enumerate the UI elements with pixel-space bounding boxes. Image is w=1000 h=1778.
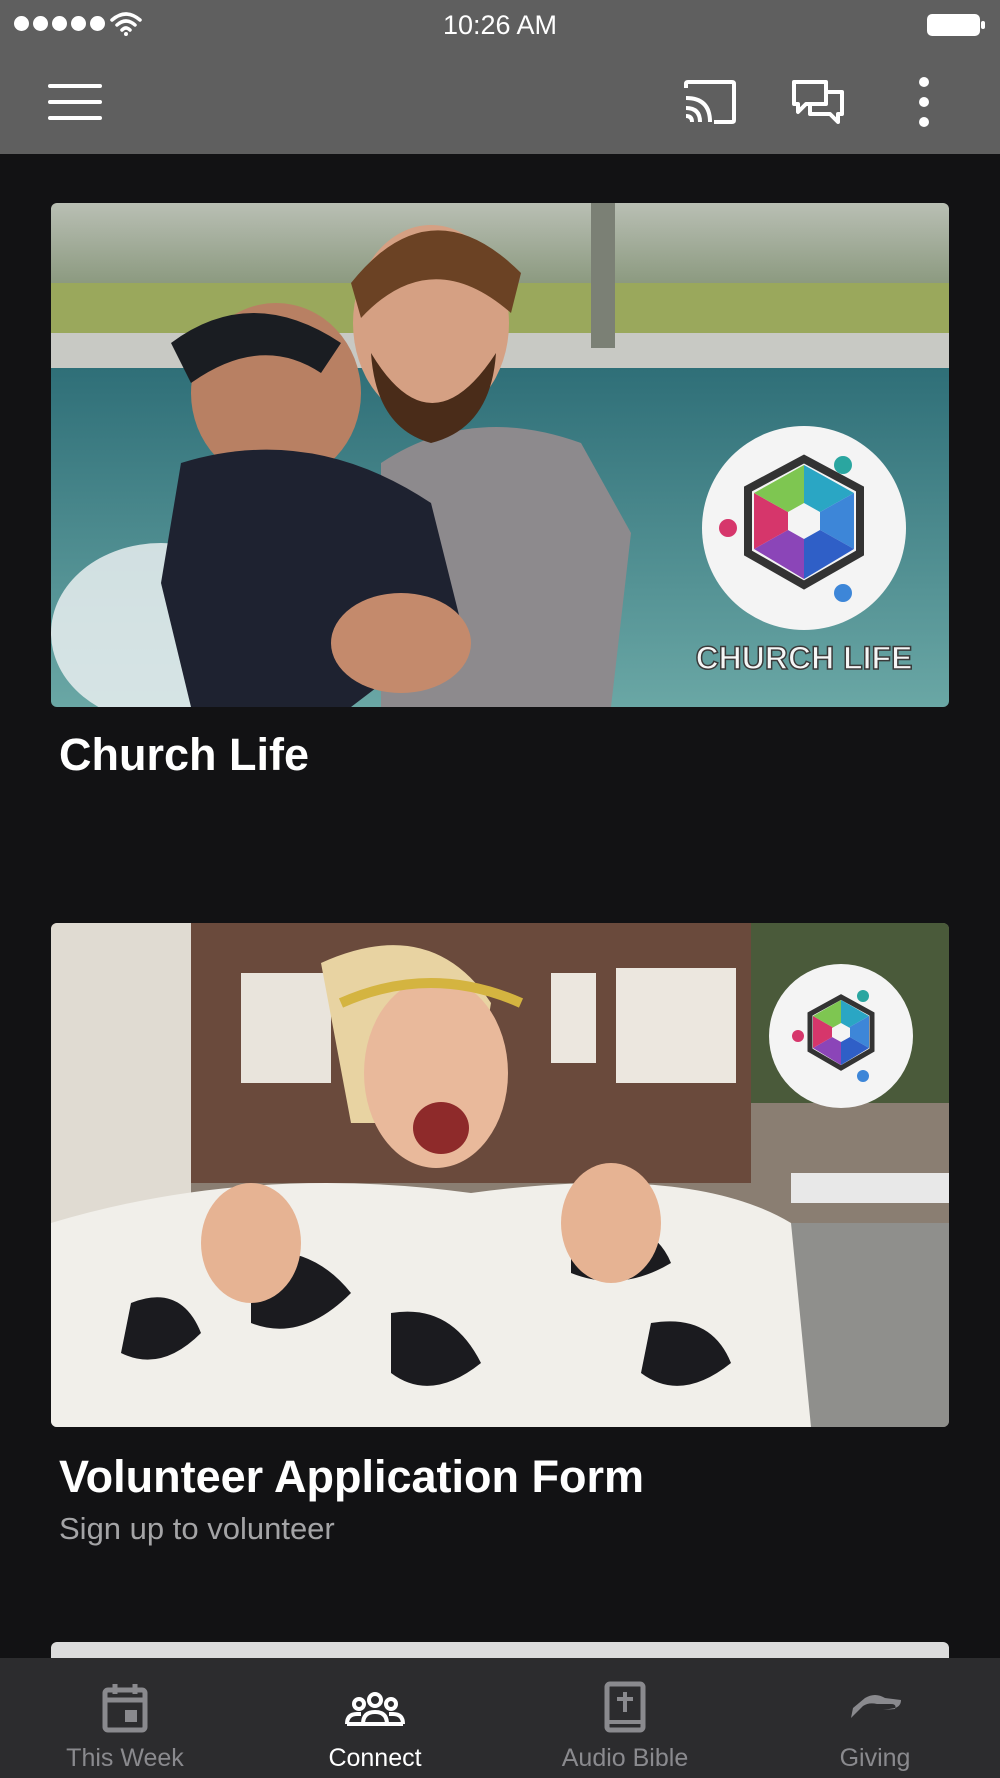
group-icon bbox=[345, 1692, 405, 1726]
giving-hand-icon bbox=[851, 1695, 901, 1718]
status-bar: 10:26 AM bbox=[0, 0, 1000, 52]
chat-icon[interactable] bbox=[788, 72, 848, 132]
more-vertical-icon[interactable] bbox=[894, 72, 954, 132]
status-time: 10:26 AM bbox=[442, 10, 558, 40]
cast-icon[interactable] bbox=[680, 72, 740, 132]
hamburger-icon[interactable] bbox=[48, 84, 104, 122]
bible-icon bbox=[604, 1681, 646, 1733]
church-life-badge-text: CHURCH LIFE bbox=[696, 640, 913, 676]
tab-label: Connect bbox=[328, 1744, 422, 1772]
tab-this-week[interactable]: This Week bbox=[0, 1658, 250, 1778]
tab-label: Giving bbox=[839, 1744, 911, 1772]
card-title: Church Life bbox=[59, 729, 310, 780]
battery-icon bbox=[927, 14, 985, 36]
card-title: Volunteer Application Form bbox=[59, 1451, 645, 1502]
card-subtitle: Sign up to volunteer bbox=[59, 1511, 335, 1546]
baptism-photo: CHURCH LIFE bbox=[51, 203, 949, 707]
volunteer-photo bbox=[51, 923, 949, 1427]
church-logo-badge bbox=[769, 964, 913, 1108]
tab-label: Audio Bible bbox=[561, 1744, 689, 1772]
tab-giving[interactable]: Giving bbox=[750, 1658, 1000, 1778]
card-volunteer-form[interactable]: Volunteer Application Form Sign up to vo… bbox=[51, 923, 949, 1547]
card-image-baptism: CHURCH LIFE bbox=[51, 203, 949, 707]
calendar-icon bbox=[102, 1684, 148, 1733]
card-image-volunteer bbox=[51, 923, 949, 1427]
card-church-life[interactable]: CHURCH LIFE Church Life bbox=[51, 203, 949, 781]
app-header bbox=[0, 52, 1000, 154]
tab-audio-bible[interactable]: Audio Bible bbox=[500, 1658, 750, 1778]
tab-connect[interactable]: Connect bbox=[250, 1658, 500, 1778]
church-life-logo bbox=[702, 426, 906, 630]
bottom-navigation: This Week Connect Audio Bible Giving bbox=[0, 1658, 1000, 1778]
tab-label: This Week bbox=[66, 1744, 184, 1772]
